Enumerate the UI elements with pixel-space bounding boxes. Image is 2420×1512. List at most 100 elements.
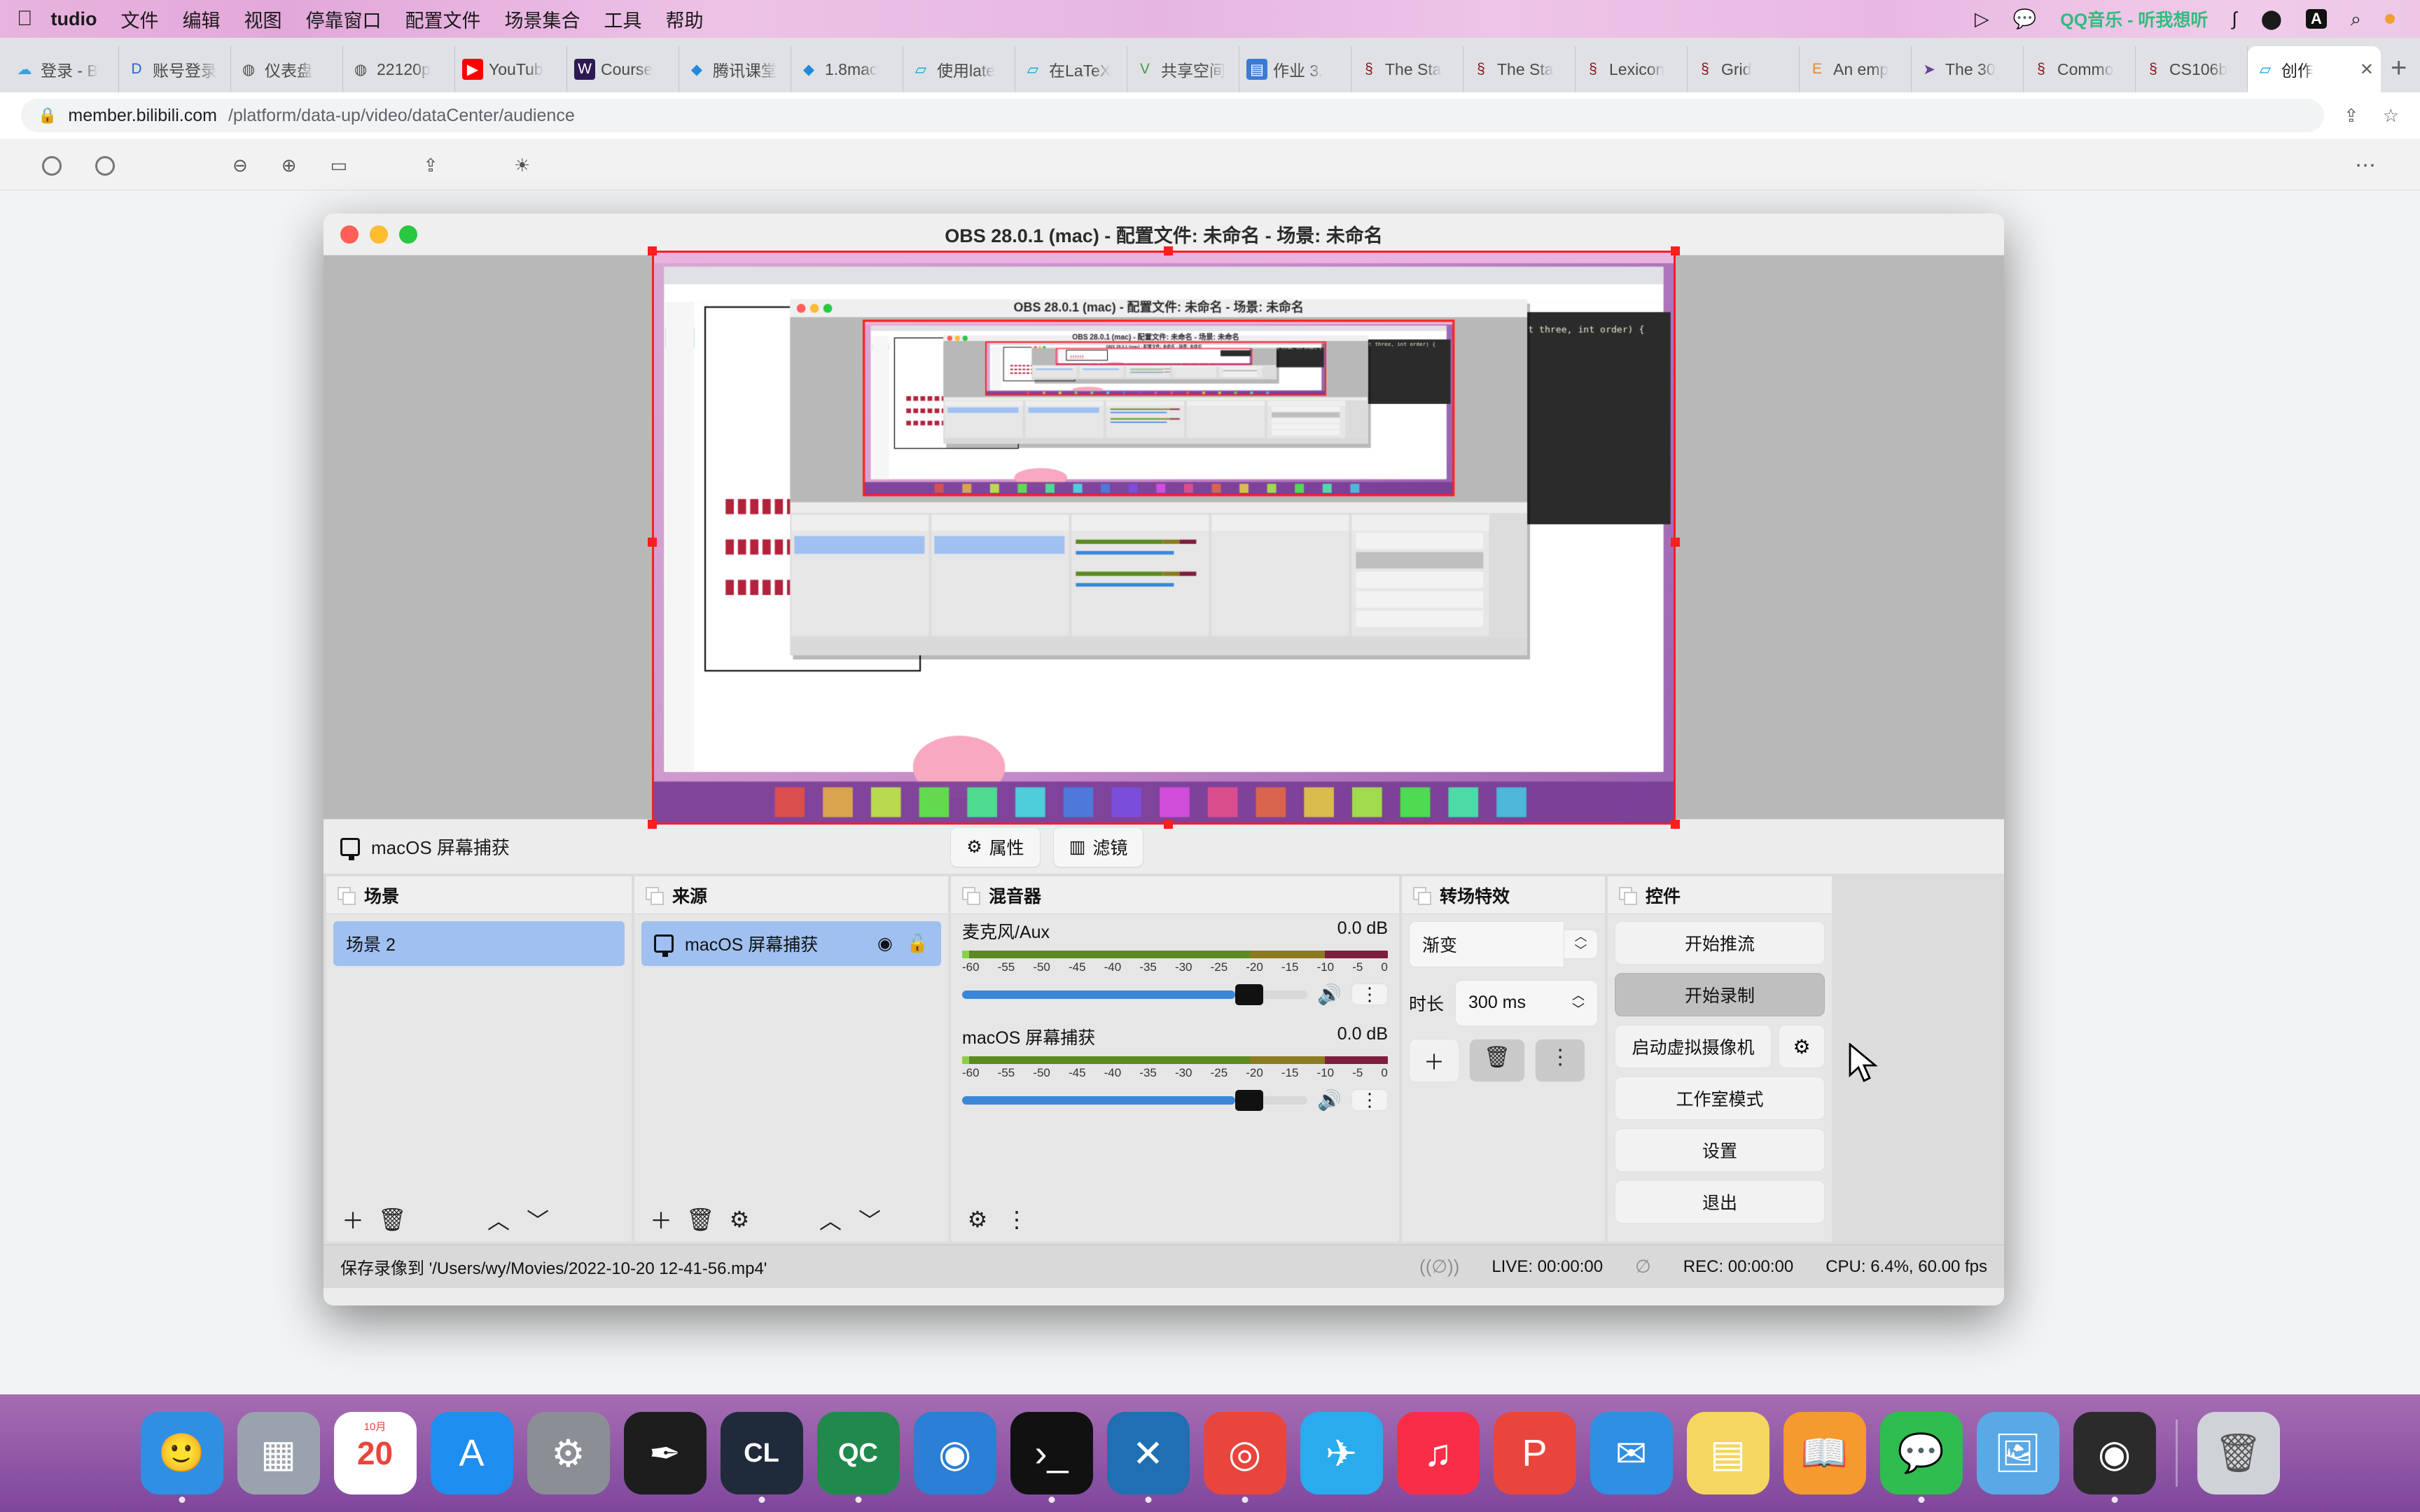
- resize-handle-t[interactable]: [1164, 246, 1173, 255]
- dock-item-notes[interactable]: ▤: [1686, 1412, 1769, 1494]
- source-list-item[interactable]: macOS 屏幕捕获 ◉ 🔓: [641, 921, 941, 966]
- speaker-icon[interactable]: 🔊: [1317, 983, 1342, 1006]
- resize-handle-r[interactable]: [1671, 537, 1680, 547]
- dock-item-preview[interactable]: 🖼: [1976, 1412, 2059, 1494]
- resize-handle-l[interactable]: [648, 537, 657, 547]
- obs-preview-area[interactable]: [324, 246, 2004, 829]
- add-source-button[interactable]: ＋: [647, 1203, 675, 1236]
- dock-float-icon[interactable]: [1413, 886, 1431, 905]
- toolbar-circle-1[interactable]: [42, 155, 62, 176]
- input-source-A[interactable]: A: [2305, 9, 2327, 29]
- wechat-tray-icon[interactable]: 💬: [2013, 9, 2037, 29]
- brightness-icon[interactable]: ☀: [514, 155, 530, 176]
- dock-item-mail[interactable]: ✉: [1590, 1412, 1673, 1494]
- transition-select[interactable]: 渐变: [1409, 921, 1564, 967]
- resize-handle-b[interactable]: [1164, 819, 1173, 829]
- browser-tab-14[interactable]: § Lexicon: [1576, 46, 1688, 92]
- duration-stepper-icon[interactable]: ︿ ﹀: [1572, 988, 1585, 1017]
- now-playing-label[interactable]: QQ音乐 - 听我想听: [2060, 6, 2208, 31]
- dock-item-clion[interactable]: CL: [720, 1412, 803, 1503]
- share-page-icon[interactable]: ⇪: [423, 155, 438, 176]
- toolbar-circle-2[interactable]: [95, 155, 115, 176]
- menu-item-4[interactable]: 配置文件: [405, 6, 480, 33]
- more-options-icon[interactable]: ⋯: [2355, 153, 2378, 178]
- search-icon[interactable]: ⌕: [2351, 9, 2361, 29]
- dock-item-chrome[interactable]: ◎: [1203, 1412, 1286, 1503]
- zoom-out-icon[interactable]: ⊖: [232, 155, 248, 176]
- transition-stepper[interactable]: ︿ ﹀: [1564, 930, 1598, 959]
- dock-item-qt-creator[interactable]: QC: [816, 1412, 900, 1503]
- dock-item-books[interactable]: 📖: [1783, 1412, 1866, 1494]
- dock-item-music[interactable]: ♫: [1396, 1412, 1480, 1494]
- volume-fader[interactable]: [962, 983, 1308, 1005]
- dock-item-terminal[interactable]: ›_: [1010, 1412, 1093, 1503]
- browser-tab-4[interactable]: ▶ YouTub: [455, 46, 567, 92]
- browser-tab-5[interactable]: W Course: [567, 46, 679, 92]
- dock-item-wechat[interactable]: 💬: [1879, 1412, 1963, 1503]
- dock-item-vscode[interactable]: ✕: [1106, 1412, 1190, 1503]
- dock-item-app-store[interactable]: A: [430, 1412, 513, 1494]
- dock-float-icon[interactable]: [338, 886, 356, 905]
- browser-tab-0[interactable]: ☁ 登录 - B: [7, 46, 119, 92]
- dock-item-trash[interactable]: 🗑: [2197, 1412, 2280, 1494]
- browser-tab-17[interactable]: ➤ The 30: [1912, 46, 2024, 92]
- start-streaming-button[interactable]: 开始推流: [1615, 921, 1825, 965]
- speaker-icon[interactable]: 🔊: [1317, 1088, 1342, 1112]
- browser-tab-2[interactable]: ◍ 仪表盘: [231, 46, 343, 92]
- remove-source-button[interactable]: 🗑: [686, 1206, 715, 1233]
- dock-float-icon[interactable]: [1619, 886, 1637, 905]
- channel-menu-icon[interactable]: ⋮: [1351, 983, 1388, 1005]
- apple-icon[interactable]: : [17, 7, 33, 31]
- browser-tab-19[interactable]: § CS106b: [2136, 46, 2248, 92]
- menu-item-6[interactable]: 工具: [604, 6, 641, 33]
- dock-item-inkscape[interactable]: ✒: [623, 1412, 707, 1494]
- browser-tab-18[interactable]: § Commo: [2024, 46, 2136, 92]
- browser-tab-3[interactable]: ◍ 22120p: [343, 46, 455, 92]
- move-source-up-button[interactable]: ︿: [816, 1203, 844, 1236]
- macos-dock[interactable]: 🙂 ▦ 20 10月 A ⚙ ✒ CL QC ◉ ›_ ✕ ◎ ✈ ♫ P ✉ ▤ 📖 💬 🖼 ◉ 🗑: [0, 1394, 2420, 1512]
- browser-tab-6[interactable]: ◆ 腾讯课堂: [679, 46, 791, 92]
- dock-item-telegram[interactable]: ✈: [1300, 1412, 1383, 1494]
- zoom-in-icon[interactable]: ⊕: [281, 155, 297, 176]
- lock-open-icon[interactable]: 🔓: [907, 934, 929, 954]
- move-scene-down-button[interactable]: ﹀: [524, 1203, 552, 1236]
- macos-menubar[interactable]:  tudio 文件编辑视图停靠窗口配置文件场景集合工具帮助 ▷ 💬 QQ音乐 …: [0, 0, 2420, 38]
- dock-float-icon[interactable]: [646, 886, 664, 905]
- studio-mode-button[interactable]: 工作室模式: [1615, 1077, 1825, 1120]
- address-bar[interactable]: 🔒 member.bilibili.com/platform/data-up/v…: [21, 99, 2324, 132]
- audio-settings-icon[interactable]: ⚙: [964, 1206, 992, 1233]
- browser-tab-20[interactable]: ▱ 创作 ✕: [2248, 46, 2381, 92]
- move-source-down-button[interactable]: ﹀: [856, 1203, 884, 1236]
- add-scene-button[interactable]: ＋: [339, 1203, 367, 1236]
- control-center-dot[interactable]: [2385, 14, 2395, 24]
- menu-item-3[interactable]: 停靠窗口: [305, 6, 381, 33]
- channel-menu-icon[interactable]: ⋮: [1351, 1089, 1388, 1111]
- fit-page-icon[interactable]: ▭: [331, 155, 348, 176]
- visibility-icon[interactable]: ◉: [877, 933, 893, 954]
- thread-icon[interactable]: ∫: [2232, 9, 2237, 29]
- menu-item-7[interactable]: 帮助: [665, 6, 703, 33]
- browser-tab-10[interactable]: V 共享空间: [1127, 46, 1239, 92]
- dock-item-krita[interactable]: ◉: [913, 1412, 996, 1494]
- browser-tab-12[interactable]: § The Sta: [1351, 46, 1463, 92]
- dock-item-launchpad[interactable]: ▦: [237, 1412, 320, 1494]
- start-virtual-camera-button[interactable]: 启动虚拟摄像机: [1615, 1025, 1772, 1068]
- browser-tab-1[interactable]: D 账号登录: [119, 46, 231, 92]
- menu-item-1[interactable]: 编辑: [182, 6, 220, 33]
- properties-button[interactable]: ⚙ 属性: [950, 826, 1041, 867]
- settings-button[interactable]: 设置: [1615, 1128, 1825, 1172]
- globe-tray-icon[interactable]: ⬤: [2261, 9, 2282, 29]
- dock-item-wps-pdf[interactable]: P: [1493, 1412, 1576, 1494]
- transition-menu-button[interactable]: ⋮: [1535, 1038, 1586, 1082]
- resize-handle-tr[interactable]: [1671, 246, 1680, 255]
- menu-item-5[interactable]: 场景集合: [504, 6, 580, 33]
- dock-float-icon[interactable]: [962, 886, 980, 905]
- browser-tab-16[interactable]: E An emp: [1800, 46, 1912, 92]
- browser-tab-8[interactable]: ▱ 使用late: [903, 46, 1015, 92]
- preview-canvas[interactable]: [648, 246, 1680, 829]
- dock-item-system-settings[interactable]: ⚙: [527, 1412, 610, 1494]
- mixer-menu-icon[interactable]: ⋮: [1003, 1206, 1031, 1233]
- duration-input[interactable]: 300 ms ︿ ﹀: [1455, 980, 1598, 1026]
- menu-item-2[interactable]: 视图: [244, 6, 281, 33]
- dock-item-obs[interactable]: ◉: [2073, 1412, 2156, 1503]
